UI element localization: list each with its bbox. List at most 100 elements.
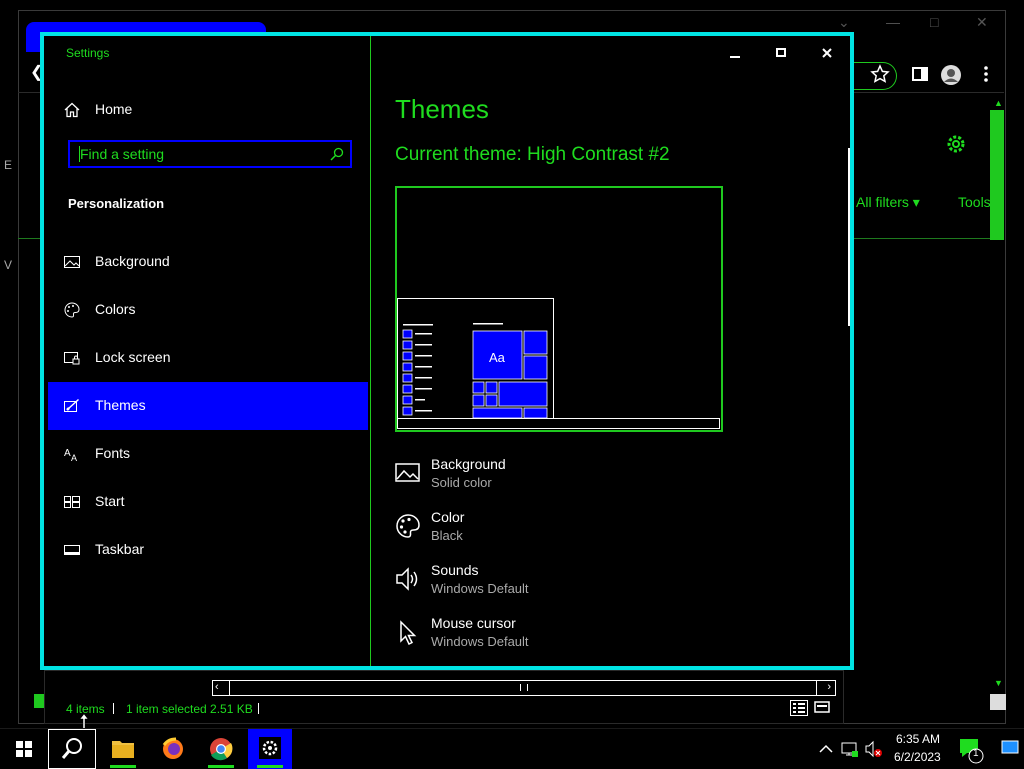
search-button[interactable] xyxy=(48,729,96,769)
gear-icon[interactable] xyxy=(944,132,968,156)
theme-property-color[interactable]: Color Black xyxy=(395,509,695,555)
tools-button[interactable]: Tools xyxy=(958,194,991,210)
partial-text: V xyxy=(4,258,13,272)
property-value: Solid color xyxy=(431,475,492,490)
property-value: Black xyxy=(431,528,463,543)
nav-item-colors[interactable]: Colors xyxy=(48,286,368,334)
scroll-right-arrow-icon[interactable]: › xyxy=(827,681,831,693)
scrollbar-corner xyxy=(990,694,1006,710)
partial-text: E xyxy=(4,158,13,172)
status-separator xyxy=(258,703,259,714)
nav-item-start[interactable]: Start xyxy=(48,478,368,526)
property-value: Windows Default xyxy=(431,581,529,596)
theme-preview: Aa xyxy=(395,186,723,432)
theme-preview-graphic xyxy=(397,298,720,429)
nav-item-background[interactable]: Background xyxy=(48,238,368,286)
scrollbar-thumb[interactable] xyxy=(229,681,817,695)
kebab-menu-icon[interactable] xyxy=(976,64,998,86)
chevron-down-icon[interactable]: ⌄ xyxy=(838,14,850,31)
nav-item-label: Lock screen xyxy=(95,349,171,365)
action-center-icon[interactable]: 1 xyxy=(952,729,988,769)
content-scrollbar[interactable] xyxy=(848,148,850,326)
browser-scrollbar-thumb[interactable] xyxy=(990,110,1004,240)
nav-home[interactable]: Home xyxy=(48,86,368,134)
theme-property-sounds[interactable]: Sounds Windows Default xyxy=(395,562,695,608)
maximize-icon[interactable]: □ xyxy=(930,14,938,30)
start-button[interactable] xyxy=(0,729,48,769)
firefox-taskbar-icon[interactable] xyxy=(150,729,196,769)
clock-time[interactable]: 6:35 AM xyxy=(896,732,940,746)
search-input[interactable] xyxy=(80,145,320,163)
svg-text:A: A xyxy=(64,448,71,459)
taskbar-icon xyxy=(64,542,80,558)
close-button[interactable] xyxy=(813,42,841,64)
network-icon[interactable] xyxy=(838,729,862,769)
file-explorer-taskbar-icon[interactable] xyxy=(100,729,146,769)
nav-item-label: Background xyxy=(95,253,170,269)
theme-property-mouse-cursor[interactable]: Mouse cursor Windows Default xyxy=(395,615,695,661)
profile-avatar-icon[interactable] xyxy=(940,64,962,86)
selection-info: 1 item selected 2.51 KB xyxy=(126,702,253,716)
text-caret xyxy=(79,146,80,162)
find-setting-search-box[interactable] xyxy=(68,140,352,168)
current-theme-label: Current theme: High Contrast #2 xyxy=(395,144,670,165)
taskbar: 1 xyxy=(0,728,1024,769)
picture-icon xyxy=(395,460,421,486)
notification-count-badge: 1 xyxy=(973,748,979,759)
section-title: Personalization xyxy=(68,196,165,211)
nav-home-label: Home xyxy=(95,101,133,117)
home-icon xyxy=(64,102,80,118)
svg-text:A: A xyxy=(71,453,77,462)
close-icon[interactable]: ✕ xyxy=(976,14,988,31)
property-name: Mouse cursor xyxy=(431,615,516,631)
scroll-up-arrow-icon[interactable]: ▲ xyxy=(994,98,1003,108)
preview-tile-text: Aa xyxy=(489,350,505,365)
scroll-left-arrow-icon[interactable]: ‹ xyxy=(215,681,219,693)
clock-date[interactable]: 6/2/2023 xyxy=(894,750,941,764)
nav-item-label: Themes xyxy=(95,397,146,413)
speaker-icon xyxy=(395,566,421,592)
themes-icon xyxy=(64,398,80,414)
window-title: Settings xyxy=(66,46,110,60)
nav-item-label: Start xyxy=(95,493,125,509)
palette-icon xyxy=(395,513,421,539)
theme-property-background[interactable]: Background Solid color xyxy=(395,456,695,502)
lock-screen-icon xyxy=(64,350,80,366)
nav-item-lock-screen[interactable]: Lock screen xyxy=(48,334,368,382)
scroll-down-arrow-icon[interactable]: ▼ xyxy=(994,678,1003,688)
details-view-icon[interactable] xyxy=(790,700,808,716)
minimize-icon[interactable]: — xyxy=(886,14,900,30)
maximize-button[interactable] xyxy=(767,42,795,64)
nav-item-fonts[interactable]: AA Fonts xyxy=(48,430,368,478)
horizontal-scrollbar[interactable]: ‹ › xyxy=(212,680,836,696)
scroll-indicator xyxy=(34,694,44,708)
property-name: Color xyxy=(431,509,465,525)
star-icon[interactable] xyxy=(870,64,892,86)
minimize-button[interactable] xyxy=(721,42,749,64)
nav-item-label: Taskbar xyxy=(95,541,145,557)
settings-navigation-pane: Settings Home Personalization Background xyxy=(48,36,370,666)
show-desktop-button[interactable] xyxy=(996,729,1024,769)
large-icons-view-icon[interactable] xyxy=(814,700,830,714)
nav-item-themes[interactable]: Themes xyxy=(48,382,368,430)
status-separator xyxy=(113,703,114,714)
start-menu-tiles-preview xyxy=(472,323,548,419)
property-name: Sounds xyxy=(431,562,479,578)
chrome-taskbar-icon[interactable] xyxy=(198,729,244,769)
all-filters-button[interactable]: All filters ▾ xyxy=(856,194,920,211)
palette-icon xyxy=(64,302,80,318)
settings-window: Settings Home Personalization Background xyxy=(40,32,854,670)
page-title: Themes xyxy=(395,94,489,124)
search-icon[interactable] xyxy=(330,147,344,161)
property-value: Windows Default xyxy=(431,634,529,649)
nav-item-taskbar[interactable]: Taskbar xyxy=(48,526,368,574)
cursor-icon xyxy=(395,619,421,645)
grip-icon xyxy=(520,684,528,691)
side-panel-icon[interactable] xyxy=(910,64,932,86)
property-name: Background xyxy=(431,456,506,472)
settings-taskbar-icon[interactable] xyxy=(248,729,292,769)
nav-item-label: Fonts xyxy=(95,445,131,461)
picture-icon xyxy=(64,254,80,270)
volume-muted-icon[interactable] xyxy=(862,729,886,769)
show-hidden-icons-chevron-icon[interactable] xyxy=(814,729,838,769)
